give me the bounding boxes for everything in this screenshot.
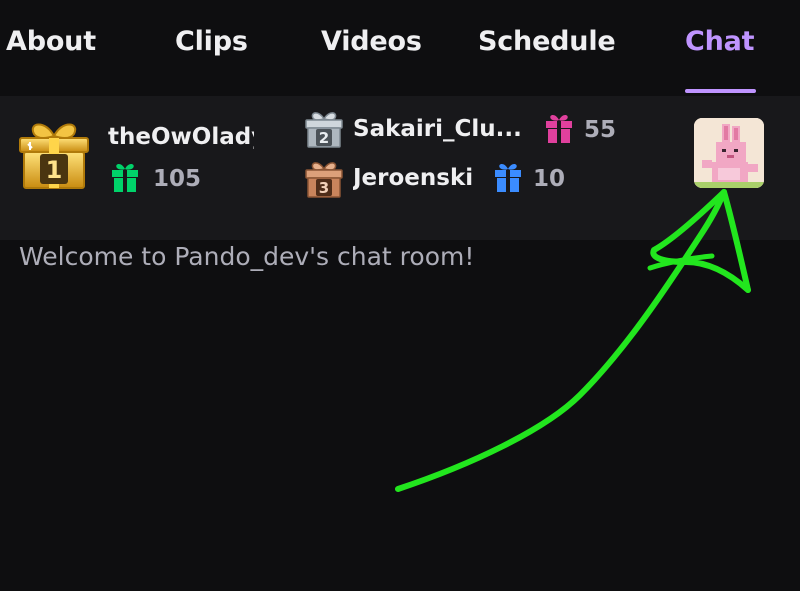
gift-icon (495, 163, 521, 192)
rank-1-number: 1 (46, 156, 63, 184)
bronze-gift-rank-3-icon: 3 (305, 162, 343, 198)
tab-about[interactable]: About (6, 26, 96, 57)
rank-2-number: 2 (319, 129, 329, 147)
gift-count-2: 55 (584, 117, 617, 143)
gold-gift-rank-1-icon: 1 (19, 123, 89, 189)
tab-videos[interactable]: Videos (321, 26, 422, 57)
chat-welcome-message: Welcome to Pando_dev's chat room! (19, 242, 475, 271)
active-tab-indicator (685, 89, 756, 93)
rank-3-number: 3 (319, 179, 329, 197)
tab-schedule[interactable]: Schedule (478, 26, 616, 57)
channel-tabs: About Clips Videos Schedule Chat (0, 0, 800, 96)
user-avatar[interactable] (694, 118, 764, 188)
tab-clips[interactable]: Clips (175, 26, 248, 57)
silver-gift-rank-2-icon: 2 (305, 112, 343, 148)
pink-bunny-avatar-icon (694, 118, 764, 188)
leaderboard-name-3[interactable]: Jeroenski (353, 165, 483, 191)
gift-icon (112, 163, 138, 192)
gift-icon (546, 114, 572, 143)
gift-count-3: 10 (533, 166, 566, 192)
gift-leaderboard: 1 theOwOlady 105 2 Sakairi_Clu... 55 3 J… (0, 96, 800, 240)
leaderboard-name-2[interactable]: Sakairi_Clu... (353, 116, 529, 142)
tab-chat[interactable]: Chat (685, 26, 755, 57)
leaderboard-name-1[interactable]: theOwOlady (108, 124, 254, 150)
gift-count-1: 105 (153, 166, 202, 192)
